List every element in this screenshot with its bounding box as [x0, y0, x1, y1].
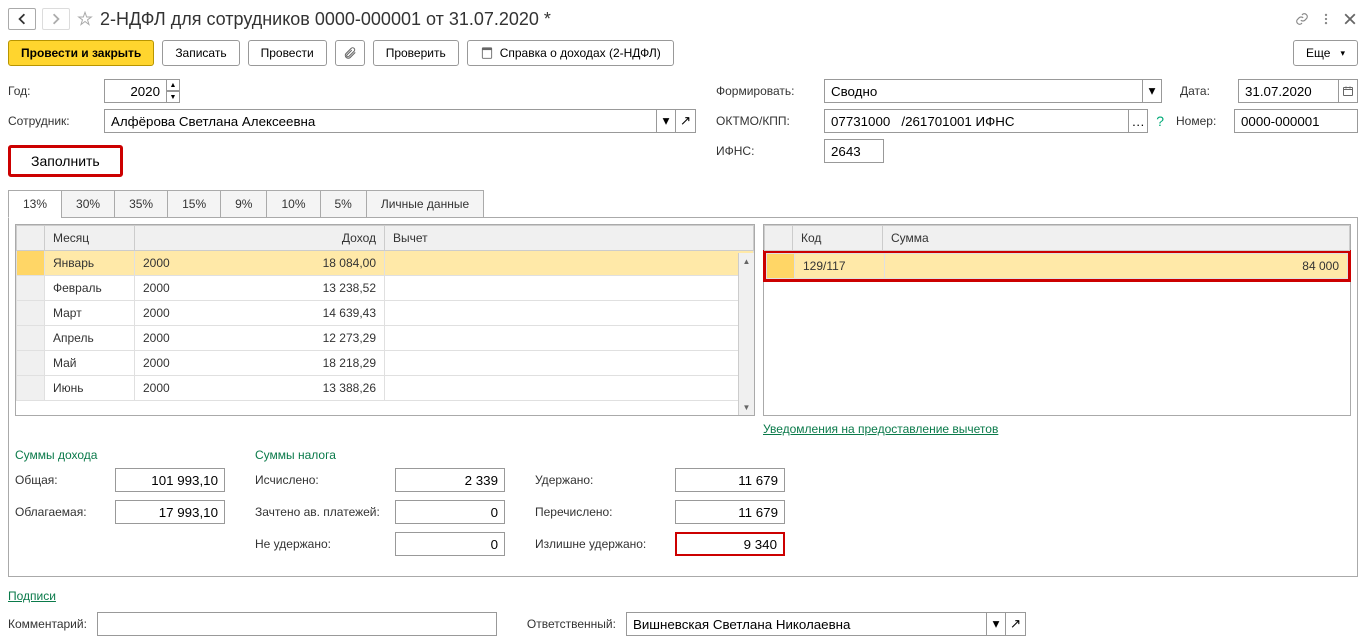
date-input[interactable] [1238, 79, 1338, 103]
help-icon[interactable]: ? [1156, 113, 1164, 129]
check-button[interactable]: Проверить [373, 40, 459, 66]
favorite-star-icon[interactable] [76, 10, 94, 28]
employee-label: Сотрудник: [8, 114, 96, 128]
tab-10[interactable]: 10% [266, 190, 320, 218]
employee-open-button[interactable]: ↗ [676, 109, 696, 133]
date-label: Дата: [1180, 84, 1230, 98]
income-scrollbar[interactable]: ▲ ▼ [738, 253, 754, 415]
number-input[interactable] [1234, 109, 1358, 133]
rate-tabs: 13% 30% 35% 15% 9% 10% 5% Личные данные [8, 190, 1358, 218]
tab-35[interactable]: 35% [114, 190, 168, 218]
col-deduction: Вычет [385, 226, 754, 251]
attachment-button[interactable] [335, 40, 365, 66]
comment-input[interactable] [97, 612, 497, 636]
income-sums-header: Суммы дохода [15, 448, 225, 462]
kebab-menu-icon[interactable] [1318, 11, 1334, 27]
tab-personal[interactable]: Личные данные [366, 190, 484, 218]
scroll-down-icon[interactable]: ▼ [739, 399, 754, 415]
post-button[interactable]: Провести [248, 40, 327, 66]
employee-input[interactable] [104, 109, 656, 133]
tab-13[interactable]: 13% [8, 190, 62, 218]
ifns-label: ИФНС: [716, 144, 816, 158]
form-mode-input[interactable] [824, 79, 1142, 103]
scroll-up-icon[interactable]: ▲ [739, 253, 754, 269]
tax-held-input[interactable] [675, 468, 785, 492]
form-mode-dropdown-button[interactable]: ▾ [1142, 79, 1162, 103]
date-picker-button[interactable] [1338, 79, 1358, 103]
tax-excess-input[interactable] [675, 532, 785, 556]
post-and-close-button[interactable]: Провести и закрыть [8, 40, 154, 66]
ifns-input[interactable] [824, 139, 884, 163]
tab-15[interactable]: 15% [167, 190, 221, 218]
year-input[interactable] [104, 79, 166, 103]
nav-back-button[interactable] [8, 8, 36, 30]
year-up-button[interactable]: ▲ [166, 79, 180, 91]
tax-transferred-input[interactable] [675, 500, 785, 524]
table-row[interactable]: Июнь200013 388,26 [17, 376, 754, 401]
save-button[interactable]: Записать [162, 40, 239, 66]
table-row[interactable]: 129/11784 000 [767, 254, 1348, 279]
table-row[interactable]: Январь200018 084,00 [17, 251, 754, 276]
form-mode-label: Формировать: [716, 84, 816, 98]
number-label: Номер: [1176, 114, 1226, 128]
tab-5[interactable]: 5% [320, 190, 367, 218]
tax-calculated-input[interactable] [395, 468, 505, 492]
table-row[interactable]: Февраль200013 238,52 [17, 276, 754, 301]
col-code: Код [793, 226, 883, 251]
total-income-input[interactable] [115, 468, 225, 492]
employee-dropdown-button[interactable]: ▾ [656, 109, 676, 133]
tax-offset-input[interactable] [395, 500, 505, 524]
taxable-income-input[interactable] [115, 500, 225, 524]
responsible-input[interactable] [626, 612, 986, 636]
more-button[interactable]: Еще [1293, 40, 1358, 66]
tab-9[interactable]: 9% [220, 190, 267, 218]
tax-notheld-input[interactable] [395, 532, 505, 556]
col-income: Доход [135, 226, 385, 251]
income-table[interactable]: Месяц Доход Вычет Январь200018 084,00Фев… [15, 224, 755, 416]
link-icon[interactable] [1294, 11, 1310, 27]
col-sum: Сумма [883, 226, 1350, 251]
oktmo-select-button[interactable]: … [1128, 109, 1148, 133]
deduction-table[interactable]: Код Сумма 129/11784 000 [763, 224, 1351, 416]
table-row[interactable]: Май200018 218,29 [17, 351, 754, 376]
table-row[interactable]: Март200014 639,43 [17, 301, 754, 326]
oktmo-label: ОКТМО/КПП: [716, 114, 816, 128]
year-label: Год: [8, 84, 96, 98]
table-row[interactable]: Апрель200012 273,29 [17, 326, 754, 351]
col-month: Месяц [45, 226, 135, 251]
nav-forward-button[interactable] [42, 8, 70, 30]
tax-sums-header: Суммы налога [255, 448, 505, 462]
tab-30[interactable]: 30% [61, 190, 115, 218]
page-title: 2-НДФЛ для сотрудников 0000-000001 от 31… [100, 9, 1288, 30]
close-icon[interactable] [1342, 11, 1358, 27]
responsible-dropdown-button[interactable]: ▾ [986, 612, 1006, 636]
deduction-notice-link[interactable]: Уведомления на предоставление вычетов [763, 422, 998, 436]
responsible-open-button[interactable]: ↗ [1006, 612, 1026, 636]
fill-button[interactable]: Заполнить [8, 145, 123, 177]
income-report-button[interactable]: Справка о доходах (2-НДФЛ) [467, 40, 674, 66]
oktmo-input[interactable] [824, 109, 1128, 133]
year-down-button[interactable]: ▼ [166, 91, 180, 103]
signatures-link[interactable]: Подписи [8, 589, 56, 603]
